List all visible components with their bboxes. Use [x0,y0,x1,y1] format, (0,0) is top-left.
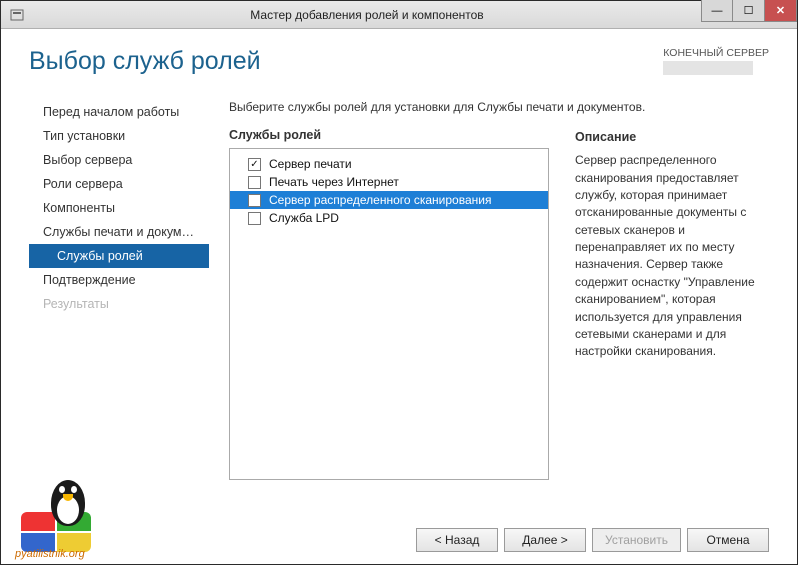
instruction-text: Выберите службы ролей для установки для … [229,100,769,114]
watermark-text: pyatilistnik.org [15,548,85,560]
wizard-nav: Перед началом работы Тип установки Выбор… [29,100,209,480]
checkbox-icon[interactable] [248,176,261,189]
description-panel-title: Описание [575,128,769,146]
checkbox-icon[interactable] [248,158,261,171]
role-label: Служба LPD [269,211,339,225]
app-icon [7,5,27,25]
watermark-logo: pyatilistnik.org [5,468,125,560]
checkbox-icon[interactable] [248,212,261,225]
role-distributed-scan[interactable]: Сервер распределенного сканирования [230,191,548,209]
nav-print-services[interactable]: Службы печати и докум… [29,220,209,244]
role-label: Сервер распределенного сканирования [269,193,491,207]
maximize-button[interactable]: ☐ [733,0,765,22]
page-title: Выбор служб ролей [29,47,261,76]
close-button[interactable]: ✕ [765,0,797,22]
next-button[interactable]: Далее > [504,528,586,552]
wizard-footer: < Назад Далее > Установить Отмена [416,528,769,552]
nav-before-you-begin[interactable]: Перед началом работы [29,100,209,124]
role-internet-printing[interactable]: Печать через Интернет [230,173,548,191]
role-lpd-service[interactable]: Служба LPD [230,209,548,227]
nav-features[interactable]: Компоненты [29,196,209,220]
roles-panel-title: Службы ролей [229,128,549,142]
cancel-button[interactable]: Отмена [687,528,769,552]
nav-confirmation[interactable]: Подтверждение [29,268,209,292]
role-print-server[interactable]: Сервер печати [230,155,548,173]
window-controls: — ☐ ✕ [701,1,797,28]
roles-listbox[interactable]: Сервер печати Печать через Интернет Серв… [229,148,549,480]
nav-server-selection[interactable]: Выбор сервера [29,148,209,172]
title-bar: Мастер добавления ролей и компонентов — … [1,1,797,29]
nav-results: Результаты [29,292,209,316]
nav-server-roles[interactable]: Роли сервера [29,172,209,196]
role-label: Печать через Интернет [269,175,399,189]
nav-role-services[interactable]: Службы ролей [29,244,209,268]
window-title: Мастер добавления ролей и компонентов [33,8,701,22]
server-label: КОНЕЧНЫЙ СЕРВЕР [663,47,769,59]
description-text: Сервер распределенного сканирования пред… [575,152,769,361]
minimize-button[interactable]: — [701,0,733,22]
target-server: КОНЕЧНЫЙ СЕРВЕР [663,47,769,75]
penguin-icon [45,474,91,532]
install-button: Установить [592,528,681,552]
checkbox-icon[interactable] [248,194,261,207]
role-label: Сервер печати [269,157,352,171]
server-name [663,61,753,75]
nav-install-type[interactable]: Тип установки [29,124,209,148]
back-button[interactable]: < Назад [416,528,498,552]
